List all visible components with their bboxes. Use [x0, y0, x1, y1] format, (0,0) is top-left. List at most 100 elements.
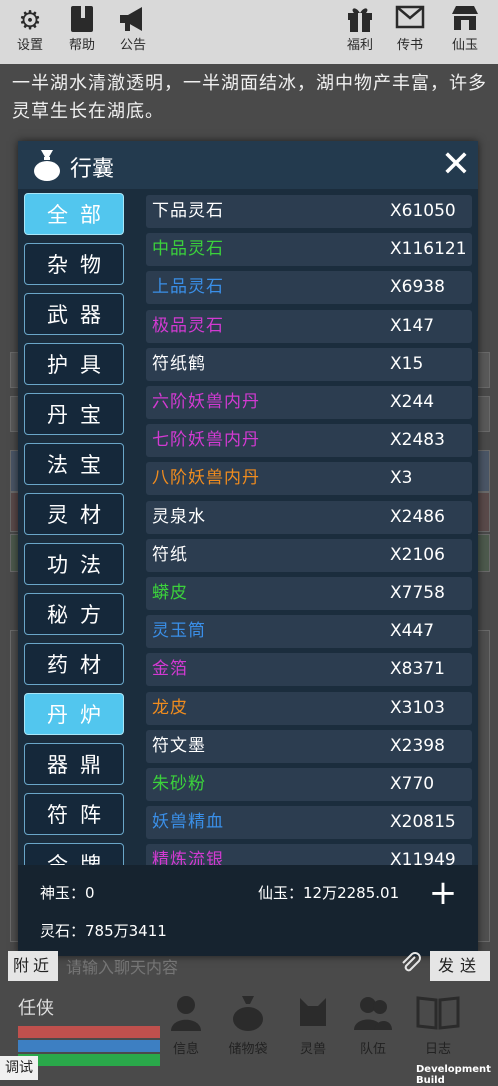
category-tab[interactable]: 功法	[24, 543, 124, 585]
item-row[interactable]: 金箔 X8371	[146, 653, 472, 687]
help-label: 帮助	[68, 38, 95, 53]
close-icon[interactable]: ✕	[436, 145, 476, 185]
item-name: 中品灵石	[152, 239, 224, 260]
item-row[interactable]: 极品灵石 X147	[146, 309, 472, 343]
category-tab[interactable]: 全部	[24, 193, 124, 235]
item-name: 八阶妖兽内丹	[152, 468, 260, 489]
item-row[interactable]: 精炼流银 X11949	[146, 844, 472, 865]
xianyu-shop-button[interactable]: 仙玉	[440, 4, 490, 54]
nav-label: 队伍	[359, 1042, 386, 1057]
send-button[interactable]: 发送	[430, 951, 490, 981]
category-list[interactable]: 全部杂物武器护具丹宝法宝灵材功法秘方药材丹炉器鼎符阵令牌	[24, 193, 128, 865]
item-row[interactable]: 八阶妖兽内丹 X3	[146, 462, 472, 496]
category-tab[interactable]: 法宝	[24, 443, 124, 485]
debug-button[interactable]: 调试	[0, 1056, 38, 1080]
item-count: X11949	[390, 850, 456, 865]
chat-input[interactable]	[64, 951, 398, 983]
open-book-icon	[410, 994, 466, 1038]
help-button[interactable]: 帮助	[57, 4, 107, 54]
category-tab[interactable]: 丹宝	[24, 393, 124, 435]
nav-log-button[interactable]: 日志	[410, 994, 466, 1057]
category-tab[interactable]: 令牌	[24, 843, 124, 865]
item-row[interactable]: 灵泉水 X2486	[146, 500, 472, 534]
mail-button[interactable]: 传书	[385, 4, 435, 54]
inventory-title: 行囊	[70, 157, 115, 182]
item-count: X116121	[390, 239, 467, 260]
item-count: X447	[390, 621, 435, 642]
item-row[interactable]: 妖兽精血 X20815	[146, 806, 472, 840]
nav-storage-button[interactable]: 储物袋	[220, 994, 276, 1057]
shenyu-balance: 神玉：0	[40, 884, 95, 902]
item-row[interactable]: 符纸鹤 X15	[146, 347, 472, 381]
item-row[interactable]: 七阶妖兽内丹 X2483	[146, 424, 472, 458]
item-count: X147	[390, 315, 435, 336]
nav-label: 储物袋	[228, 1042, 268, 1057]
inventory-dialog: 行囊 ✕ 全部 杂物 武器 护具 丹宝 法宝 灵材 功法 秘方 药材 丹炉 器鼎 符阵 令牌 下品灵石 X6…	[18, 141, 478, 956]
category-tab[interactable]: 灵材	[24, 493, 124, 535]
category-tab[interactable]: 符阵	[24, 793, 124, 835]
item-name: 符文墨	[152, 735, 206, 756]
nav-label: 日志	[424, 1042, 451, 1057]
welfare-button[interactable]: 福利	[335, 4, 385, 54]
item-count: X6938	[390, 277, 445, 298]
hp-bar	[18, 1026, 160, 1038]
bag-icon	[32, 148, 62, 182]
item-count: X244	[390, 392, 435, 412]
item-count: X3	[390, 468, 413, 489]
item-row[interactable]: 灵玉筒 X447	[146, 615, 472, 649]
gift-icon	[335, 4, 385, 38]
nav-team-button[interactable]: 队伍	[345, 994, 401, 1057]
nav-beast-button[interactable]: 灵兽	[285, 994, 341, 1057]
settings-button[interactable]: ⚙ 设置	[5, 4, 55, 54]
add-currency-button[interactable]: +	[428, 876, 458, 910]
gear-icon: ⚙	[18, 6, 42, 36]
category-tab[interactable]: 丹炉	[24, 693, 124, 735]
category-tab[interactable]: 武器	[24, 293, 124, 335]
item-row[interactable]: 龙皮 X3103	[146, 691, 472, 725]
mail-label: 传书	[396, 38, 423, 53]
group-icon	[345, 994, 401, 1038]
lingshi-balance: 灵石：785万3411	[40, 922, 167, 940]
item-row[interactable]: 上品灵石 X6938	[146, 271, 472, 305]
item-name: 蟒皮	[152, 583, 188, 603]
item-name: 金箔	[152, 659, 188, 680]
settings-label: 设置	[16, 38, 43, 53]
item-name: 符纸鹤	[152, 353, 206, 374]
category-tab[interactable]: 秘方	[24, 593, 124, 635]
attachment-icon[interactable]	[396, 951, 426, 981]
item-list[interactable]: 下品灵石 X61050 中品灵石 X116121 上品灵石 X6938 极品灵石 X147 符纸…	[146, 195, 472, 865]
item-name: 妖兽精血	[152, 812, 224, 833]
category-tab[interactable]: 杂物	[24, 243, 124, 285]
book-icon	[57, 4, 107, 38]
item-row[interactable]: 朱砂粉 X770	[146, 768, 472, 801]
item-count: X15	[390, 353, 424, 374]
item-count: X2398	[390, 735, 445, 756]
item-name: 龙皮	[152, 697, 188, 718]
mail-icon	[385, 4, 435, 38]
item-row[interactable]: 蟒皮 X7758	[146, 577, 472, 610]
item-row[interactable]: 下品灵石 X61050	[146, 195, 472, 228]
item-name: 符纸	[152, 544, 188, 565]
category-tab[interactable]: 器鼎	[24, 743, 124, 785]
item-row[interactable]: 符文墨 X2398	[146, 729, 472, 763]
item-name: 下品灵石	[152, 201, 224, 221]
category-tab[interactable]: 护具	[24, 343, 124, 385]
item-row[interactable]: 六阶妖兽内丹 X244	[146, 386, 472, 419]
item-count: X2483	[390, 430, 445, 451]
item-name: 精炼流银	[152, 850, 224, 865]
item-name: 朱砂粉	[152, 774, 206, 794]
nav-label: 灵兽	[299, 1042, 326, 1057]
exp-bar	[18, 1054, 160, 1066]
megaphone-icon	[108, 4, 158, 38]
top-toolbar: ⚙ 设置 帮助 公告 福利 传书 仙玉	[0, 0, 498, 64]
item-name: 灵玉筒	[152, 621, 206, 642]
announce-button[interactable]: 公告	[108, 4, 158, 54]
item-row[interactable]: 中品灵石 X116121	[146, 233, 472, 267]
nav-info-button[interactable]: 信息	[158, 994, 214, 1057]
welfare-label: 福利	[346, 38, 373, 53]
item-count: X7758	[390, 583, 445, 603]
category-tab[interactable]: 药材	[24, 643, 124, 685]
item-row[interactable]: 符纸 X2106	[146, 538, 472, 572]
currency-footer: 神玉：0 仙玉：12万2285.01 + 灵石：785万3411	[18, 865, 478, 956]
chat-channel-near-button[interactable]: 附近	[8, 951, 58, 981]
